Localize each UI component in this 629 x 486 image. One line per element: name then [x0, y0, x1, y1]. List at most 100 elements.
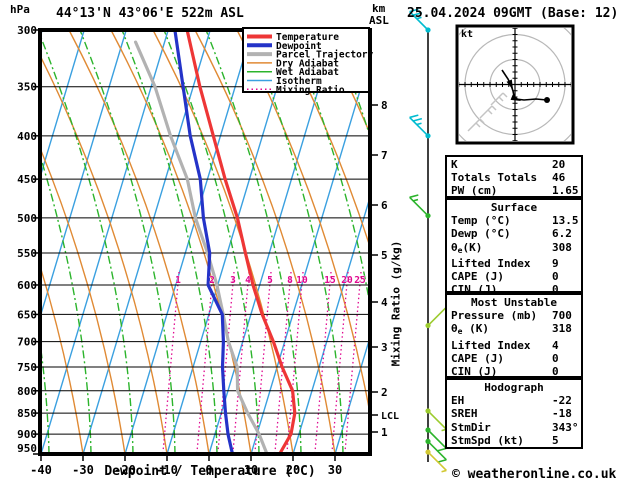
- row-value: 9: [552, 256, 559, 270]
- panel-title: Hodograph: [484, 381, 544, 394]
- row-value: -22: [552, 394, 572, 408]
- row-label: Pressure (mb): [451, 309, 538, 323]
- row-label: Totals Totals: [451, 171, 538, 185]
- row-value: 20: [552, 158, 566, 171]
- panel-row: CIN (J) 0: [451, 365, 581, 378]
- panel-row: CAPE (J) 0: [451, 352, 581, 365]
- km-tick-label: 8: [381, 99, 388, 112]
- row-value: 6.2: [552, 227, 572, 241]
- panel-row: Lifted Index 9: [451, 257, 581, 270]
- pressure-tick-label: 900: [17, 428, 37, 441]
- km-tick-label: 1: [381, 426, 388, 439]
- row-value: 4: [552, 338, 559, 352]
- pressure-tick-label: 350: [17, 81, 37, 94]
- mixing-ratio-label: 2: [209, 275, 215, 286]
- row-value: 700: [552, 309, 572, 323]
- pressure-axis-unit: hPa: [10, 3, 30, 16]
- row-value: 0: [552, 351, 559, 365]
- row-value: -18: [552, 407, 572, 421]
- mixing-ratio-label: 15: [324, 275, 336, 286]
- pressure-tick-label: 600: [17, 279, 37, 292]
- panel-row: Totals Totals 46: [451, 171, 581, 184]
- wind-barb-column: [409, 8, 450, 473]
- row-value: 318: [552, 322, 572, 336]
- panel-row: K 20: [451, 158, 581, 171]
- mixing-ratio-label: 8: [287, 275, 293, 286]
- km-tick-label: 7: [381, 149, 388, 162]
- row-label: PW (cm): [451, 184, 498, 198]
- row-label: Lifted Index: [451, 338, 531, 352]
- mixing-ratio-label: 5: [267, 275, 273, 286]
- panel-row: Temp (°C) 13.5: [451, 214, 581, 227]
- panel-row: EH -22: [451, 394, 581, 407]
- row-label: Dewp (°C): [451, 227, 511, 241]
- row-label: θe(K): [451, 240, 483, 255]
- row-label: CIN (J): [451, 365, 498, 379]
- km-tick-label: 6: [381, 199, 388, 212]
- row-value: 46: [552, 171, 566, 185]
- row-label: CAPE (J): [451, 351, 504, 365]
- pressure-tick-label: 800: [17, 385, 37, 398]
- station-title: 44°13'N 43°06'E 522m ASL: [56, 6, 244, 21]
- row-value: 343°: [552, 420, 579, 434]
- watermark: © weatheronline.co.uk: [452, 467, 617, 482]
- panel-row: StmDir 343°: [451, 421, 581, 434]
- pressure-tick-label: 750: [17, 361, 37, 374]
- index-panel-stability: K 20 Totals Totals 46 PW (cm) 1.65: [445, 155, 583, 198]
- legend: TemperatureDewpointParcel TrajectoryDry …: [242, 27, 374, 96]
- mixing-ratio-axis-label: Mixing Ratio (g/kg): [389, 240, 403, 367]
- panel-row: θe(K) 308: [451, 241, 581, 257]
- pressure-tick-label: 300: [17, 24, 37, 37]
- panel-row: CAPE (J) 0: [451, 270, 581, 283]
- mixing-ratio-label: 25: [354, 275, 366, 286]
- row-label: Lifted Index: [451, 256, 531, 270]
- km-tick-label: 2: [381, 386, 388, 399]
- wet-adiabat-line: [0, 30, 7, 454]
- panel-row: Pressure (mb) 700: [451, 309, 581, 322]
- mixing-ratio-line: [286, 271, 304, 453]
- km-tick-label: 3: [381, 341, 388, 354]
- km-tick-label: 5: [381, 249, 388, 262]
- row-label: StmDir: [451, 420, 491, 434]
- row-label: Temp (°C): [451, 214, 511, 228]
- skewt-screenshot: 300 350 400 450 500 550 600 650 700 750 800 850 900 9…: [0, 0, 629, 486]
- panel-title: Most Unstable: [470, 296, 558, 309]
- index-panel-surface: Surface Temp (°C) 13.5 Dewp (°C) 6.2 θe(K) 308…: [445, 198, 583, 296]
- row-label: StmSpd (kt): [451, 433, 524, 447]
- row-value: 0: [552, 270, 559, 284]
- mixing-ratio-label: 20: [341, 275, 353, 286]
- pressure-tick-label: 950: [17, 442, 37, 455]
- legend-label: Mixing Ratio: [276, 85, 345, 96]
- mixing-ratio-label: 1: [175, 275, 181, 286]
- panel-row: Dewp (°C) 6.2: [451, 227, 581, 240]
- pressure-tick-label: 550: [17, 247, 37, 260]
- pressure-tick-label: 400: [17, 130, 37, 143]
- panel-row: StmSpd (kt) 5: [451, 434, 581, 447]
- row-value: 1.65: [552, 184, 579, 198]
- panel-row: Lifted Index 4: [451, 339, 581, 352]
- hodograph-end-dot: [544, 97, 550, 103]
- row-value: 13.5: [552, 214, 579, 228]
- row-label: K: [451, 158, 458, 171]
- km-tick-label: 4: [381, 296, 388, 309]
- mixing-ratio-label: 4: [245, 275, 251, 286]
- hodograph-unit-label: kt: [461, 29, 474, 40]
- pressure-tick-label: 450: [17, 173, 37, 186]
- panel-title: Surface: [490, 201, 538, 214]
- temp-axis-label: Dewpoint / Temperature (°C): [104, 464, 316, 479]
- mixing-ratio-label: 3: [230, 275, 236, 286]
- row-label: θe (K): [451, 322, 489, 337]
- panel-row: θe (K) 318: [451, 322, 581, 338]
- pressure-tick-label: 500: [17, 212, 37, 225]
- panel-row: SREH -18: [451, 407, 581, 420]
- panel-row: PW (cm) 1.65: [451, 184, 581, 197]
- km-tick-label: LCL: [381, 411, 399, 422]
- datetime-title: 25.04.2024 09GMT (Base: 12): [407, 6, 619, 21]
- row-value: 308: [552, 240, 572, 254]
- pressure-tick-label: 650: [17, 308, 37, 321]
- pressure-tick-label: 700: [17, 336, 37, 349]
- row-label: SREH: [451, 407, 478, 421]
- mixing-ratio-label: 10: [296, 275, 308, 286]
- row-label: EH: [451, 394, 465, 408]
- km-axis-unit-line2: ASL: [369, 14, 389, 27]
